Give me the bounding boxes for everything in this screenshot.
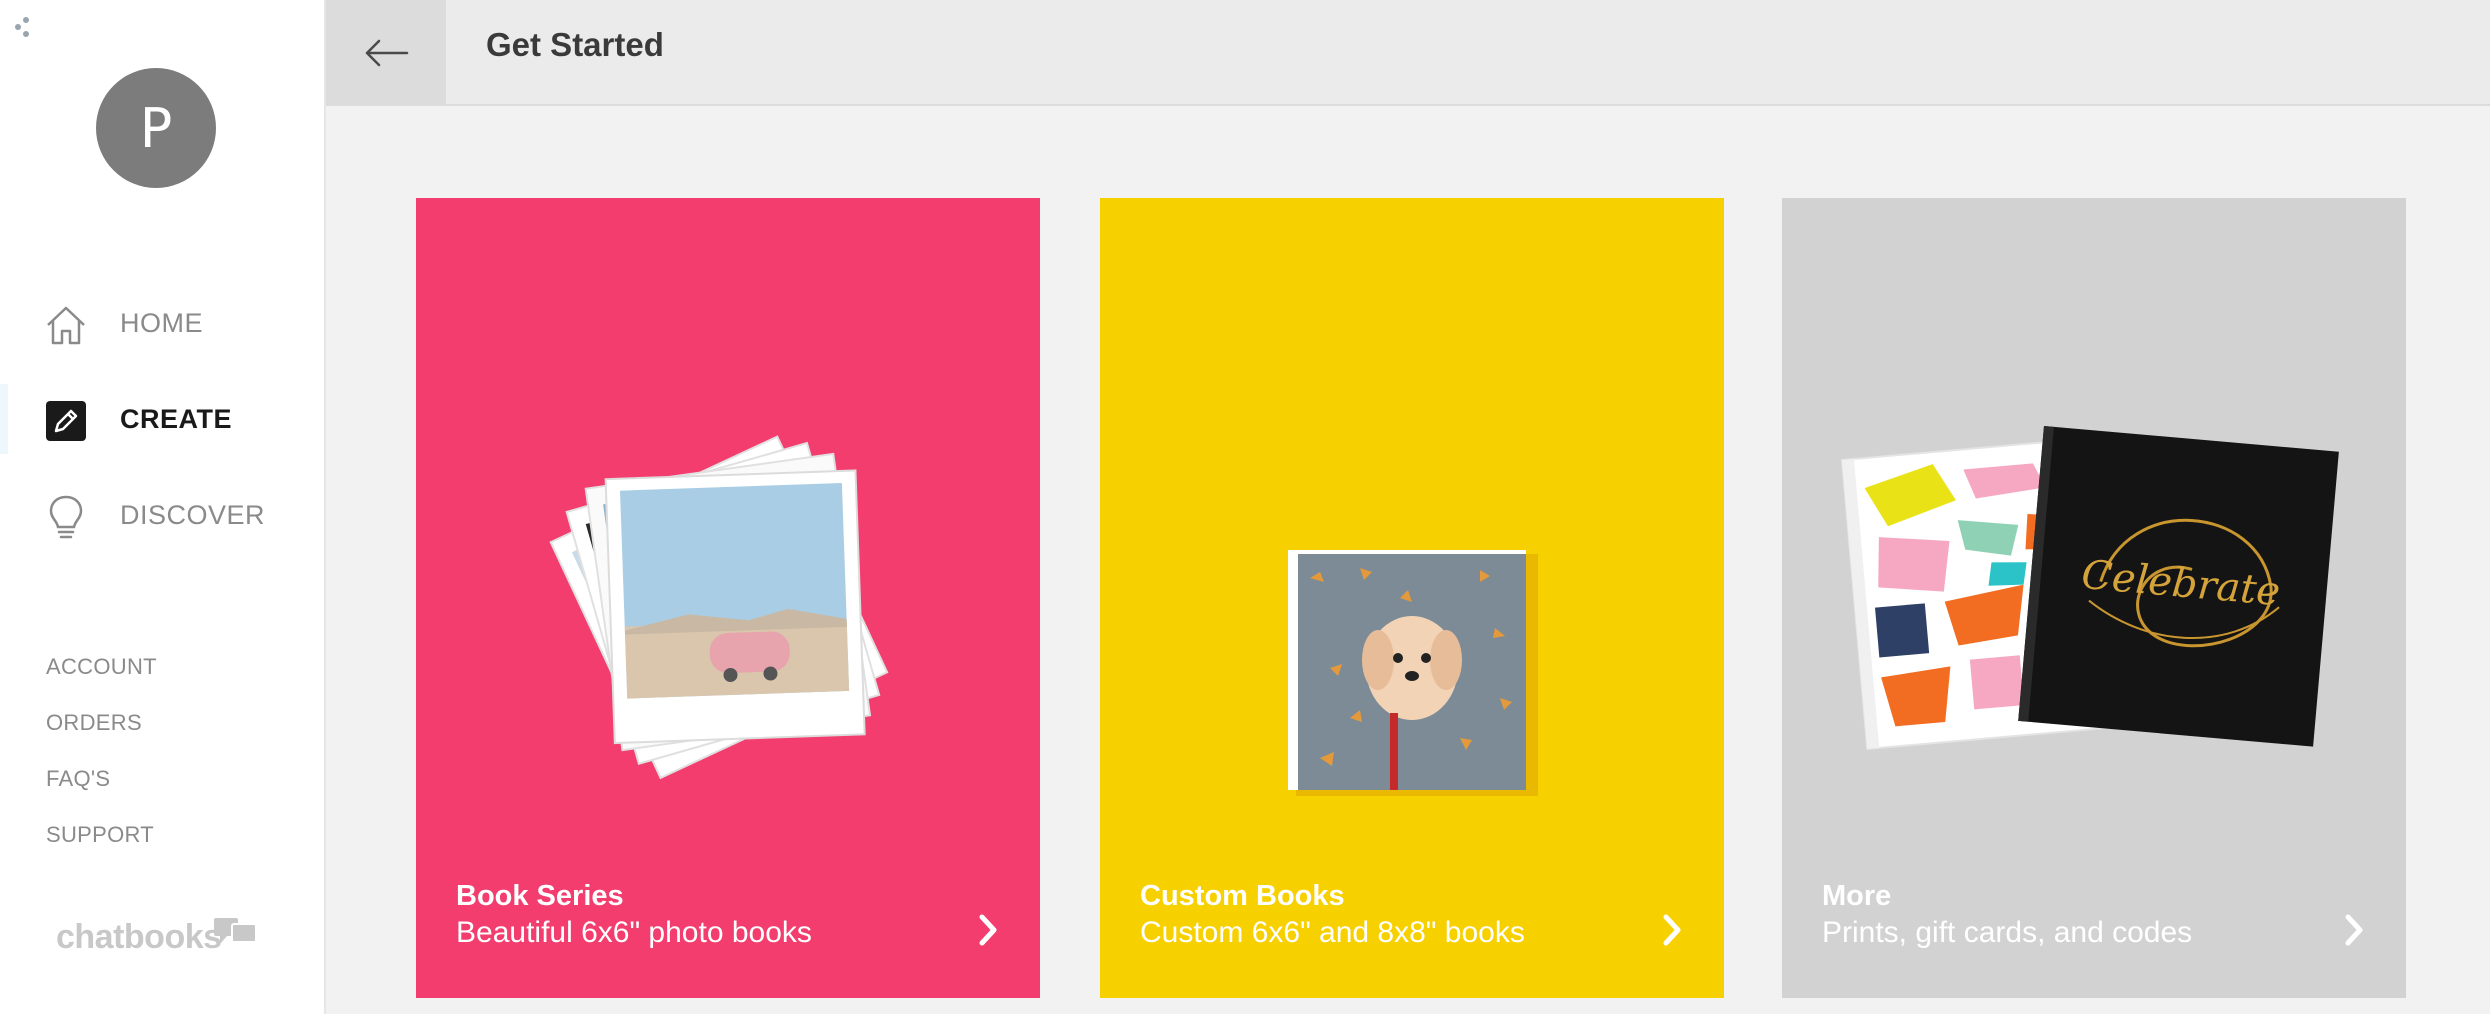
sidebar: P HOME CREATE DISCOVER ACCOUNT ORDERS FA… (0, 0, 326, 1014)
chat-bubble-icon (214, 918, 257, 944)
card-subtitle: Prints, gift cards, and codes (1822, 916, 2193, 949)
card-custom-books[interactable]: Custom Books Custom 6x6" and 8x8" books (1100, 198, 1724, 998)
home-icon (44, 303, 88, 347)
card-more[interactable]: Celebrate More Prints, gift cards, and c… (1782, 198, 2406, 998)
avatar-initial: P (139, 96, 173, 160)
card-subtitle: Beautiful 6x6" photo books (456, 916, 812, 949)
card-title: Custom Books (1140, 880, 1345, 912)
nav-create[interactable]: CREATE (0, 384, 326, 454)
card-title: More (1822, 880, 1892, 912)
link-faqs[interactable]: FAQ'S (46, 766, 110, 792)
page-title: Get Started (486, 26, 664, 63)
menu-dots-icon[interactable] (12, 14, 34, 40)
lightbulb-icon (44, 495, 88, 539)
custom-book-illustration (1288, 550, 1538, 796)
nav-home-label: HOME (120, 307, 203, 338)
link-support[interactable]: SUPPORT (46, 822, 154, 848)
card-title: Book Series (456, 880, 624, 912)
chevron-right-icon (1663, 914, 1681, 946)
book-series-illustration (549, 435, 889, 780)
card-book-series[interactable]: Book Series Beautiful 6x6" photo books (416, 198, 1040, 998)
nav-discover[interactable]: DISCOVER (0, 480, 326, 550)
gift-books-illustration: Celebrate (1840, 426, 2339, 750)
edit-icon (44, 399, 88, 443)
nav-home[interactable]: HOME (0, 288, 326, 358)
link-account[interactable]: ACCOUNT (46, 654, 157, 680)
header: Get Started (326, 0, 2490, 106)
card-subtitle: Custom 6x6" and 8x8" books (1140, 916, 1525, 949)
back-button[interactable] (326, 0, 446, 106)
link-orders[interactable]: ORDERS (46, 710, 142, 736)
arrow-left-icon (365, 39, 409, 67)
nav-create-label: CREATE (120, 403, 233, 434)
nav-discover-label: DISCOVER (120, 499, 266, 530)
chevron-right-icon (979, 914, 997, 946)
chevron-right-icon (2345, 914, 2363, 946)
avatar[interactable]: P (96, 68, 216, 188)
chatbooks-logo: chatbooks (56, 918, 222, 956)
